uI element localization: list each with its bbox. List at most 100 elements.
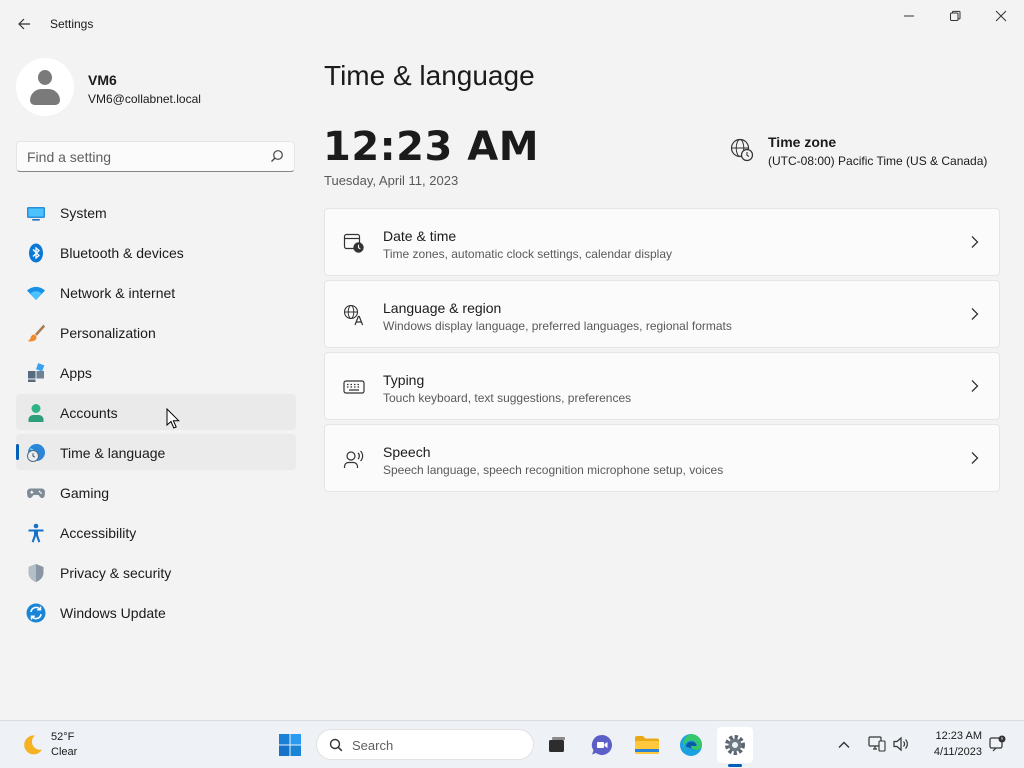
sidebar-item-label: Windows Update: [60, 605, 166, 621]
task-view-button[interactable]: [539, 727, 575, 763]
accessibility-icon: [28, 523, 44, 543]
windows-logo-icon: [279, 734, 301, 756]
edge-icon: [680, 734, 702, 756]
settings-taskbar-button[interactable]: [717, 727, 753, 763]
sidebar-item-label: Gaming: [60, 485, 110, 501]
folder-icon: [635, 736, 659, 754]
sidebar-nav: System Bluetooth & devices Network & int…: [16, 194, 296, 634]
start-button[interactable]: [272, 727, 308, 763]
sidebar-item-windows-update[interactable]: Windows Update: [16, 594, 296, 630]
sidebar-item-gaming[interactable]: Gaming: [16, 474, 296, 510]
card-title: Typing: [383, 372, 425, 388]
sidebar-item-label: Privacy & security: [60, 565, 172, 581]
calendar-clock-icon: [343, 233, 364, 253]
card-typing[interactable]: Typing Touch keyboard, text suggestions,…: [324, 352, 1000, 420]
card-speech[interactable]: Speech Speech language, speech recogniti…: [324, 424, 1000, 492]
search-input[interactable]: [17, 142, 267, 171]
active-app-indicator: [728, 764, 742, 767]
network-icon[interactable]: [868, 735, 886, 753]
sidebar-item-label: Accounts: [60, 405, 118, 421]
sidebar-item-bluetooth[interactable]: Bluetooth & devices: [16, 234, 296, 270]
time-language-icon: [27, 444, 45, 462]
current-date: Tuesday, April 11, 2023: [324, 173, 459, 188]
taskbar-clock-time[interactable]: 12:23 AM: [912, 730, 982, 742]
taskbar-clock-date[interactable]: 4/11/2023: [912, 746, 982, 758]
sidebar-item-label: Bluetooth & devices: [60, 245, 184, 261]
gear-icon: [725, 735, 745, 755]
mouse-cursor-icon: [166, 408, 180, 429]
timezone-value: (UTC-08:00) Pacific Time (US & Canada): [768, 154, 988, 168]
language-icon: [343, 304, 364, 326]
timezone-title: Time zone: [768, 134, 837, 150]
taskbar: 52°F Clear Search 12:23 AM 4/11/2023: [0, 720, 1024, 768]
weather-condition: Clear: [51, 746, 78, 758]
user-email: VM6@collabnet.local: [88, 92, 201, 106]
keyboard-icon: [343, 380, 365, 394]
card-description: Speech language, speech recognition micr…: [383, 463, 724, 477]
card-description: Time zones, automatic clock settings, ca…: [383, 247, 673, 261]
avatar-head: [38, 70, 52, 85]
current-time: 12:23 AM: [323, 124, 540, 170]
app-title: Settings: [50, 17, 94, 31]
sidebar-item-apps[interactable]: Apps: [16, 354, 296, 390]
back-button[interactable]: [12, 12, 36, 36]
moon-icon: [24, 735, 42, 755]
chevron-right-icon: [971, 452, 979, 464]
gamepad-icon: [26, 488, 46, 498]
card-date-time[interactable]: Date & time Time zones, automatic clock …: [324, 208, 1000, 276]
apps-icon: [28, 363, 45, 382]
chevron-right-icon: [971, 236, 979, 248]
card-title: Language & region: [383, 300, 502, 316]
brush-icon: [27, 324, 45, 342]
search-icon: [329, 738, 343, 752]
sidebar-item-system[interactable]: System: [16, 194, 296, 230]
avatar[interactable]: [16, 58, 74, 116]
sidebar-item-network[interactable]: Network & internet: [16, 274, 296, 310]
update-icon: [26, 603, 46, 623]
close-button[interactable]: [978, 4, 1024, 28]
sidebar-item-label: Personalization: [60, 325, 156, 341]
sidebar-item-accounts[interactable]: Accounts: [16, 394, 296, 430]
sidebar-item-personalization[interactable]: Personalization: [16, 314, 296, 350]
taskbar-search-label: Search: [352, 738, 394, 753]
sidebar-item-label: Time & language: [60, 445, 166, 461]
sidebar-item-label: System: [60, 205, 107, 221]
restore-icon: [950, 10, 961, 21]
system-icon: [27, 207, 45, 221]
card-title: Speech: [383, 444, 431, 460]
taskbar-search[interactable]: Search: [316, 729, 534, 760]
chevron-up-icon[interactable]: [836, 737, 852, 753]
card-title: Date & time: [383, 228, 457, 244]
back-arrow-icon: [18, 18, 30, 30]
speech-icon: [343, 450, 364, 468]
selection-indicator: [16, 444, 19, 460]
chevron-right-icon: [971, 380, 979, 392]
accounts-icon: [28, 404, 44, 422]
card-language-region[interactable]: Language & region Windows display langua…: [324, 280, 1000, 348]
card-description: Touch keyboard, text suggestions, prefer…: [383, 391, 632, 405]
chevron-right-icon: [971, 308, 979, 320]
sidebar-item-accessibility[interactable]: Accessibility: [16, 514, 296, 550]
shield-icon: [28, 564, 44, 582]
minimize-button[interactable]: [886, 4, 932, 28]
sidebar-item-time-language[interactable]: Time & language: [16, 434, 296, 470]
edge-browser-button[interactable]: [673, 727, 709, 763]
minimize-icon: [904, 15, 914, 17]
avatar-body: [30, 89, 60, 105]
timezone-globe-clock-icon: [730, 138, 754, 162]
sidebar-item-privacy[interactable]: Privacy & security: [16, 554, 296, 590]
bluetooth-icon: [29, 243, 43, 263]
search-icon[interactable]: [270, 149, 284, 163]
teams-chat-button[interactable]: [584, 727, 620, 763]
card-description: Windows display language, preferred lang…: [383, 319, 732, 333]
file-explorer-button[interactable]: [629, 727, 665, 763]
sidebar-item-label: Apps: [60, 365, 92, 381]
restore-button[interactable]: [932, 4, 978, 28]
close-icon: [995, 10, 1007, 22]
volume-icon[interactable]: [892, 735, 910, 753]
sidebar-item-label: Network & internet: [60, 285, 176, 301]
weather-temperature: 52°F: [51, 731, 75, 743]
page-title: Time & language: [324, 60, 535, 91]
settings-search: [16, 141, 295, 172]
notification-icon[interactable]: [988, 735, 1006, 753]
